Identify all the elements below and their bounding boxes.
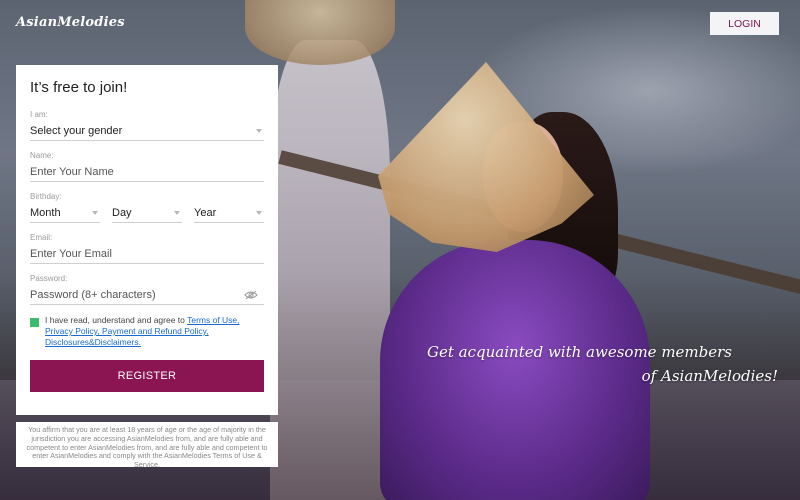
terms-checkbox[interactable] (30, 318, 39, 327)
signup-form: It’s free to join! I am: Select your gen… (16, 65, 278, 415)
birth-day-value: Day (112, 207, 132, 219)
terms-text: I have read, understand and agree to Ter… (45, 315, 264, 348)
site-logo[interactable]: AsianMelodies (16, 15, 125, 30)
login-button[interactable]: LOGIN (710, 12, 779, 35)
birth-year-select[interactable]: Year (194, 204, 264, 223)
birthday-field: Birthday: Month Day Year (30, 192, 264, 223)
tagline-line1: Get acquainted with awesome members (427, 343, 732, 361)
tagline-line2: of AsianMelodies! (641, 367, 778, 385)
terms-agreement: I have read, understand and agree to Ter… (30, 315, 264, 348)
name-input[interactable]: Enter Your Name (30, 163, 264, 182)
chevron-down-icon (256, 129, 262, 133)
email-placeholder: Enter Your Email (30, 248, 112, 260)
password-input[interactable]: Password (8+ characters) (30, 286, 264, 305)
register-button[interactable]: REGISTER (30, 360, 264, 392)
gender-field: I am: Select your gender (30, 110, 264, 141)
gender-label: I am: (30, 110, 48, 119)
password-field: Password: Password (8+ characters) (30, 274, 264, 305)
tagline: Get acquainted with awesome members of A… (427, 340, 778, 388)
email-input[interactable]: Enter Your Email (30, 245, 264, 264)
password-label: Password: (30, 274, 68, 283)
email-label: Email: (30, 233, 53, 242)
chevron-down-icon (256, 211, 262, 215)
gender-select[interactable]: Select your gender (30, 122, 264, 141)
password-placeholder: Password (8+ characters) (30, 289, 156, 301)
form-title: It’s free to join! (30, 79, 128, 96)
gender-select-value: Select your gender (30, 125, 123, 137)
chevron-down-icon (174, 211, 180, 215)
birth-day-select[interactable]: Day (112, 204, 182, 223)
conical-hat (378, 62, 594, 252)
birth-year-value: Year (194, 207, 217, 219)
name-placeholder: Enter Your Name (30, 166, 114, 178)
name-field: Name: Enter Your Name (30, 151, 264, 182)
email-field: Email: Enter Your Email (30, 233, 264, 264)
background-person (270, 40, 390, 500)
background-hat (245, 0, 395, 65)
chevron-down-icon (92, 211, 98, 215)
terms-prefix: I have read, understand and agree to (45, 315, 188, 325)
age-disclaimer: You affirm that you are at least 18 year… (16, 422, 278, 469)
eye-slash-icon[interactable] (244, 290, 258, 300)
birthday-label: Birthday: (30, 192, 62, 201)
birth-month-value: Month (30, 207, 61, 219)
name-label: Name: (30, 151, 54, 160)
birth-month-select[interactable]: Month (30, 204, 100, 223)
